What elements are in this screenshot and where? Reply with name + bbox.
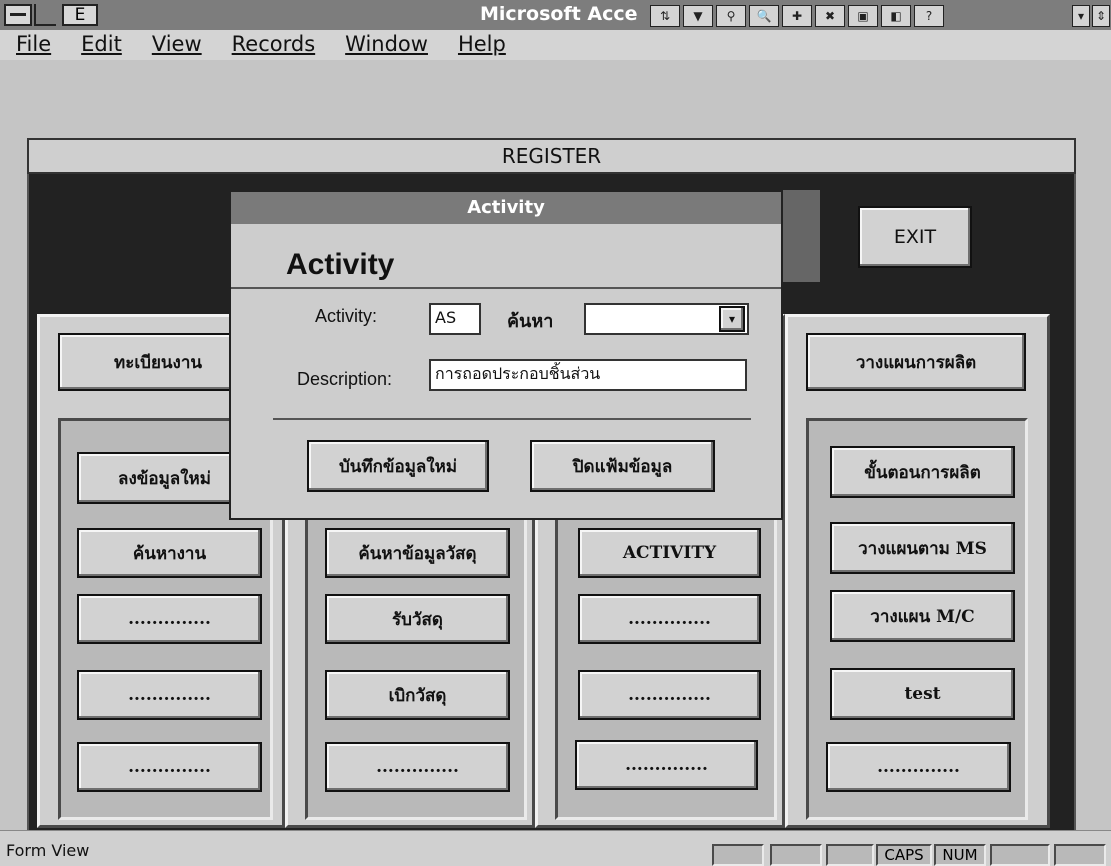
status-panel <box>712 844 764 866</box>
placeholder-button[interactable]: .............. <box>77 670 262 720</box>
toolbar-find-icon[interactable]: 🔍 <box>749 5 779 27</box>
app-title: Microsoft Acce <box>480 3 638 25</box>
column-header-production-planning[interactable]: วางแผนการผลิต <box>806 333 1026 391</box>
close-file-button[interactable]: ปิดแฟ้มข้อมูล <box>530 440 715 492</box>
search-material-button[interactable]: ค้นหาข้อมูลวัสดุ <box>325 528 510 578</box>
system-menu-icon[interactable] <box>4 4 32 26</box>
save-new-record-button[interactable]: บันทึกข้อมูลใหม่ <box>307 440 489 492</box>
activity-dialog-title: Activity <box>231 192 781 224</box>
production-steps-button[interactable]: ขั้นตอนการผลิต <box>830 446 1015 498</box>
menu-help[interactable]: Help <box>442 30 520 60</box>
toolbar-database-icon[interactable]: ▣ <box>848 5 878 27</box>
toolbar-filter-icon[interactable]: ▼ <box>683 5 713 27</box>
activity-heading: Activity <box>286 248 395 281</box>
activity-button[interactable]: ACTIVITY <box>578 528 761 578</box>
menu-view[interactable]: View <box>136 30 216 60</box>
menu-bar: File Edit View Records Window Help <box>0 30 1111 60</box>
minimize-icon[interactable] <box>34 4 56 26</box>
plan-by-ms-button[interactable]: วางแผนตาม MS <box>830 522 1015 574</box>
document-icon[interactable]: E <box>62 4 98 26</box>
exit-button[interactable]: EXIT <box>858 206 972 268</box>
activity-field[interactable]: AS <box>429 303 481 335</box>
dialog-divider <box>231 287 781 289</box>
search-label: ค้นหา <box>507 311 554 332</box>
placeholder-button[interactable]: .............. <box>325 742 510 792</box>
search-job-button[interactable]: ค้นหางาน <box>77 528 262 578</box>
test-button[interactable]: test <box>830 668 1015 720</box>
dialog-divider <box>273 418 751 420</box>
description-field[interactable]: การถอดประกอบชิ้นส่วน <box>429 359 747 391</box>
status-panel <box>770 844 822 866</box>
issue-material-button[interactable]: เบิกวัสดุ <box>325 670 510 720</box>
num-indicator: NUM <box>934 844 986 866</box>
menu-records[interactable]: Records <box>216 30 330 60</box>
status-text: Form View <box>6 841 90 860</box>
placeholder-button[interactable]: .............. <box>77 594 262 644</box>
placeholder-button[interactable]: .............. <box>578 670 761 720</box>
scroll-arrows-icon[interactable]: ⇕ <box>1092 5 1110 27</box>
status-panel <box>826 844 874 866</box>
toolbar-new-record-icon[interactable]: ✚ <box>782 5 812 27</box>
plan-mc-button[interactable]: วางแผน M/C <box>830 590 1015 642</box>
new-entry-button[interactable]: ลงข้อมูลใหม่ <box>77 452 252 504</box>
placeholder-button[interactable]: .............. <box>77 742 262 792</box>
menu-window[interactable]: Window <box>329 30 442 60</box>
menu-edit[interactable]: Edit <box>65 30 136 60</box>
status-panel <box>990 844 1050 866</box>
activity-label: Activity: <box>315 306 378 326</box>
placeholder-button[interactable]: .............. <box>578 594 761 644</box>
toolbar-window-icon[interactable]: ◧ <box>881 5 911 27</box>
description-label: Description: <box>297 369 393 389</box>
toolbar-delete-icon[interactable]: ✖ <box>815 5 845 27</box>
toolbar-sort-icon[interactable]: ⇅ <box>650 5 680 27</box>
status-panel <box>1054 844 1106 866</box>
toolbar-help-icon[interactable]: ? <box>914 5 944 27</box>
register-title: REGISTER <box>27 138 1076 174</box>
placeholder-button[interactable]: .............. <box>575 740 758 790</box>
toolbar-apply-filter-icon[interactable]: ⚲ <box>716 5 746 27</box>
caps-indicator: CAPS <box>876 844 932 866</box>
column-header-register-jobs[interactable]: ทะเบียนงาน <box>58 333 258 391</box>
menu-file[interactable]: File <box>0 30 65 60</box>
placeholder-button[interactable]: .............. <box>826 742 1011 792</box>
dropdown-arrow-icon[interactable]: ▾ <box>1072 5 1090 27</box>
receive-material-button[interactable]: รับวัสดุ <box>325 594 510 644</box>
combo-dropdown-icon[interactable]: ▾ <box>719 306 745 332</box>
